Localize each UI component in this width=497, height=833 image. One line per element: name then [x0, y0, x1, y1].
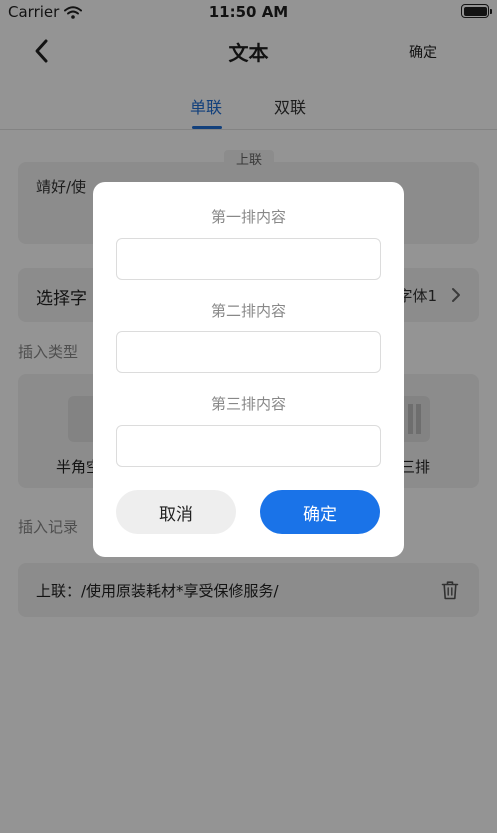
- line2-input[interactable]: [116, 331, 381, 373]
- line3-input[interactable]: [116, 425, 381, 467]
- line2-label: 第二排内容: [210, 302, 286, 320]
- line1-label: 第一排内容: [210, 208, 286, 226]
- line1-input[interactable]: [116, 238, 381, 280]
- confirm-button[interactable]: 确定: [260, 490, 380, 534]
- line3-label: 第三排内容: [210, 395, 286, 413]
- cancel-button[interactable]: 取消: [116, 490, 236, 534]
- text-input-dialog: 第一排内容 第二排内容 第三排内容 取消 确定: [93, 182, 404, 557]
